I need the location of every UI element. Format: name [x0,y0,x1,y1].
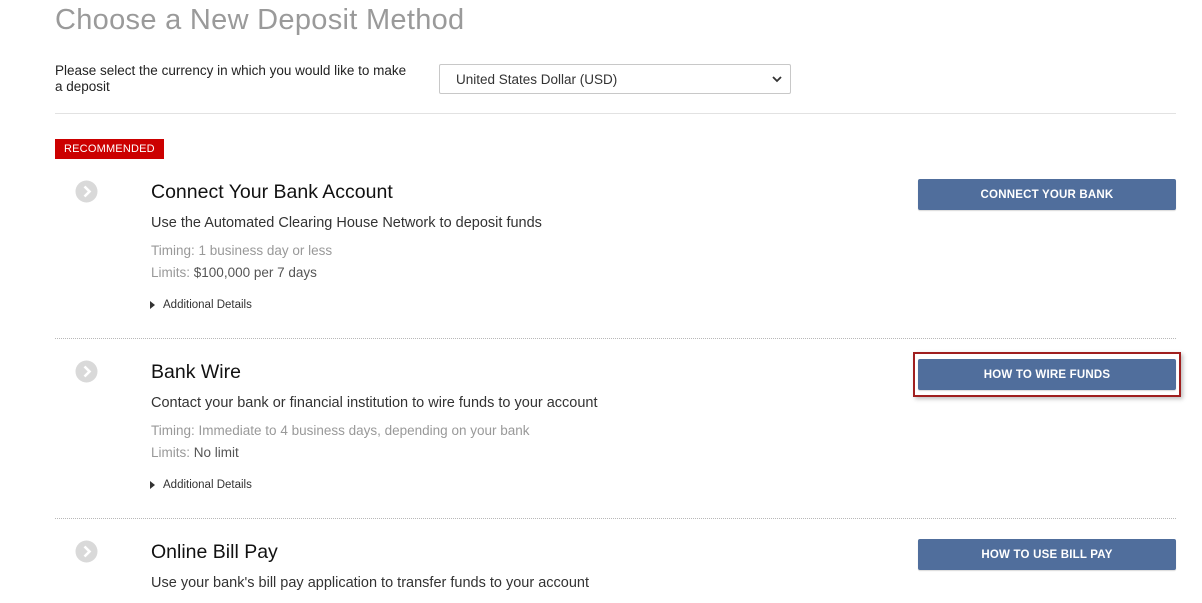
limits-label: Limits [151,265,187,280]
method-timing: Timing: Immediate to 4 business days, de… [151,423,530,438]
method-divider [55,518,1176,519]
timing-label: Timing [151,423,192,438]
bill-pay-button[interactable]: HOW TO USE BILL PAY [918,539,1176,570]
limits-label: Limits [151,445,187,460]
chevron-right-circle-icon[interactable] [75,540,98,563]
recommended-badge: RECOMMENDED [55,139,164,159]
limits-value: No limit [193,445,239,460]
method-description: Use the Automated Clearing House Network… [151,215,542,231]
section-divider [55,113,1176,114]
method-title: Bank Wire [151,361,241,383]
timing-value: Immediate to 4 business days, depending … [198,423,530,438]
currency-label: Please select the currency in which you … [55,63,407,94]
method-timing: Timing: 1 business day or less [151,243,333,258]
wire-funds-button[interactable]: HOW TO WIRE FUNDS [918,359,1176,390]
chevron-right-circle-icon[interactable] [75,180,98,203]
caret-right-icon [150,481,155,489]
additional-details-toggle[interactable]: Additional Details [150,299,252,311]
currency-select[interactable]: United States Dollar (USD) [439,64,791,94]
connect-bank-button[interactable]: CONNECT YOUR BANK [918,179,1176,210]
page-title: Choose a New Deposit Method [55,4,465,36]
deposit-method-page: Choose a New Deposit Method Please selec… [0,0,1202,603]
limits-value: $100,000 per 7 days [193,265,317,280]
caret-right-icon [150,301,155,309]
currency-selected-value: United States Dollar (USD) [456,71,618,87]
method-title: Online Bill Pay [151,541,278,563]
method-limits: Limits: $100,000 per 7 days [151,265,317,280]
method-description: Contact your bank or financial instituti… [151,395,598,411]
additional-details-label: Additional Details [163,479,252,491]
chevron-down-icon [772,76,782,83]
additional-details-toggle[interactable]: Additional Details [150,479,252,491]
method-description: Use your bank's bill pay application to … [151,575,590,591]
method-limits: Limits: No limit [151,445,239,460]
method-divider [55,338,1176,339]
timing-label: Timing [151,243,192,258]
timing-value: 1 business day or less [198,243,333,258]
additional-details-label: Additional Details [163,299,252,311]
method-title: Connect Your Bank Account [151,181,393,203]
chevron-right-circle-icon[interactable] [75,360,98,383]
